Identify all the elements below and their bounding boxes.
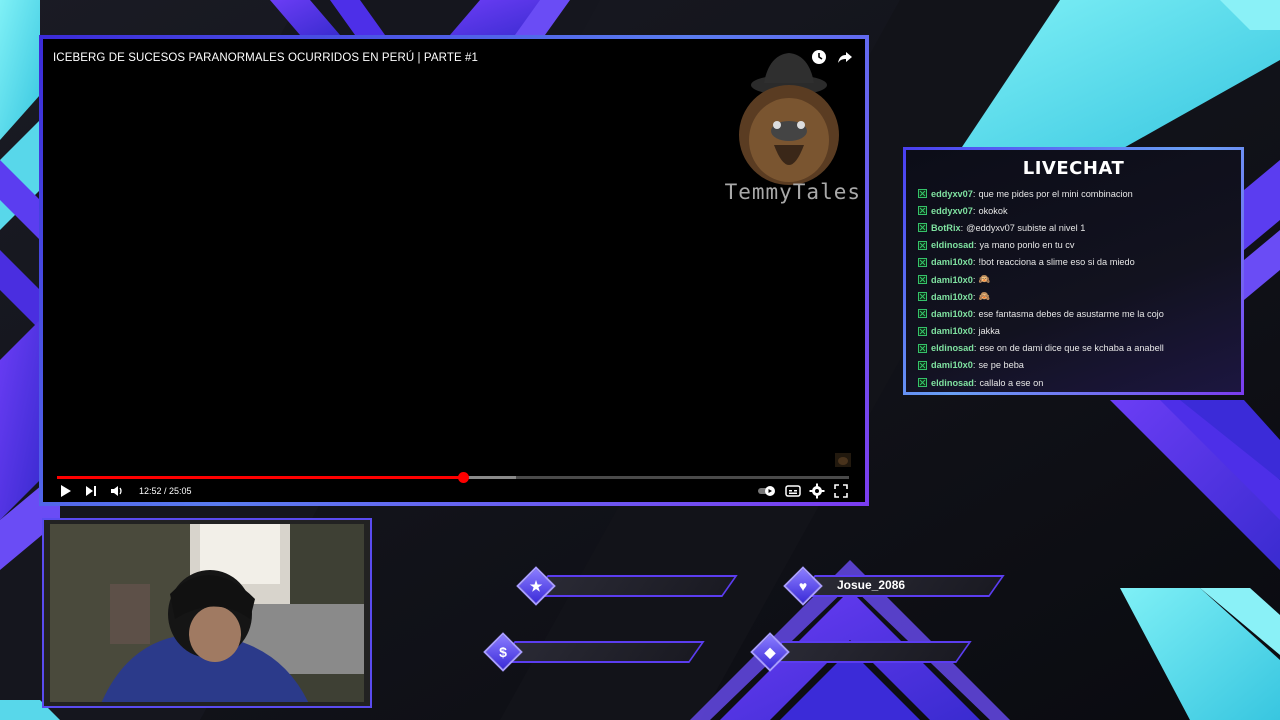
chat-separator: : bbox=[972, 205, 976, 216]
webcam-image bbox=[50, 524, 364, 702]
chat-username[interactable]: dami10x0 bbox=[931, 257, 973, 267]
chat-username[interactable]: dami10x0 bbox=[931, 360, 973, 370]
moderator-badge-icon bbox=[918, 275, 927, 285]
chat-username[interactable]: eldinosad bbox=[931, 378, 974, 388]
chat-separator: : bbox=[972, 291, 976, 302]
chat-username[interactable]: BotRix bbox=[931, 223, 961, 233]
live-chat-title: LIVECHAT bbox=[1022, 158, 1125, 179]
channel-name-watermark: TemmyTales bbox=[724, 180, 861, 204]
chat-message-text: 🙈 bbox=[978, 291, 990, 302]
chat-message: eldinosad: callalo a ese on bbox=[918, 374, 1233, 391]
chat-separator: : bbox=[973, 343, 977, 354]
chat-username[interactable]: eldinosad bbox=[931, 343, 974, 353]
webcam-feed bbox=[50, 524, 364, 702]
bits-bar bbox=[766, 641, 972, 663]
play-icon[interactable] bbox=[57, 483, 73, 499]
chat-message: BotRix: @eddyxv07 subiste al nivel 1 bbox=[918, 219, 1233, 236]
chat-message-list[interactable]: eddyxv07: que me pides por el mini combin… bbox=[918, 185, 1233, 391]
time-display: 12:52 / 25:05 bbox=[139, 486, 192, 496]
donation-bar bbox=[499, 641, 705, 663]
chat-message-text: okokok bbox=[978, 205, 1008, 216]
chat-separator: : bbox=[973, 377, 977, 388]
chat-message: dami10x0: se pe beba bbox=[918, 357, 1233, 374]
chat-message-text: jakka bbox=[978, 326, 1000, 337]
chat-message-text: 🙉 bbox=[978, 274, 990, 285]
chat-username[interactable]: eddyxv07 bbox=[931, 206, 973, 216]
moderator-badge-icon bbox=[918, 189, 927, 199]
dollar-icon: $ bbox=[499, 644, 507, 660]
chat-message: eddyxv07: okokok bbox=[918, 202, 1233, 219]
chat-message: dami10x0: !bot reacciona a slime eso si d… bbox=[918, 254, 1233, 271]
chat-message-text: callalo a ese on bbox=[979, 377, 1044, 388]
gem-icon: ◆ bbox=[764, 643, 776, 660]
chat-message: dami10x0: jakka bbox=[918, 323, 1233, 340]
chat-message-text: !bot reacciona a slime eso si da miedo bbox=[978, 257, 1135, 268]
video-player[interactable]: ICEBERG DE SUCESOS PARANORMALES OCURRIDO… bbox=[39, 35, 869, 506]
chat-separator: : bbox=[972, 188, 976, 199]
star-icon: ★ bbox=[529, 577, 543, 594]
moderator-badge-icon bbox=[918, 206, 927, 216]
progress-bar[interactable] bbox=[57, 472, 849, 483]
corner-thumbnail-icon bbox=[835, 453, 851, 467]
chat-separator: : bbox=[973, 240, 977, 251]
chat-message-text: @eddyxv07 subiste al nivel 1 bbox=[966, 222, 1086, 233]
chat-message-text: ese fantasma debes de asustarme me la co… bbox=[978, 308, 1164, 319]
moderator-badge-icon bbox=[918, 292, 927, 302]
chat-username[interactable]: eddyxv07 bbox=[931, 189, 973, 199]
moderator-badge-icon bbox=[918, 326, 927, 336]
chat-message: eldinosad: ya mano ponlo en tu cv bbox=[918, 237, 1233, 254]
moderator-badge-icon bbox=[918, 343, 927, 353]
video-title[interactable]: ICEBERG DE SUCESOS PARANORMALES OCURRIDO… bbox=[53, 52, 478, 64]
chat-message-text: se pe beba bbox=[978, 360, 1024, 371]
moderator-badge-icon bbox=[918, 257, 927, 267]
chat-message-text: que me pides por el mini combinacion bbox=[978, 188, 1133, 199]
chat-separator: : bbox=[972, 326, 976, 337]
chat-separator: : bbox=[972, 274, 976, 285]
chat-username[interactable]: dami10x0 bbox=[931, 309, 973, 319]
fullscreen-icon[interactable] bbox=[833, 483, 849, 499]
chat-message: dami10x0: ese fantasma debes de asustarme… bbox=[918, 305, 1233, 322]
chat-separator: : bbox=[972, 257, 976, 268]
moderator-badge-icon bbox=[918, 240, 927, 250]
chat-message: dami10x0: 🙈 bbox=[918, 288, 1233, 305]
next-icon[interactable] bbox=[83, 483, 99, 499]
live-chat-panel: LIVECHAT eddyxv07: que me pides por el mi… bbox=[903, 147, 1244, 395]
chat-message: eddyxv07: que me pides por el mini combin… bbox=[918, 185, 1233, 202]
chat-message-text: ese on de dami dice que se kchaba a anab… bbox=[979, 343, 1164, 354]
player-controls: 12:52 / 25:05 bbox=[57, 483, 849, 503]
settings-icon[interactable] bbox=[809, 483, 825, 499]
moderator-badge-icon bbox=[918, 309, 927, 319]
moderator-badge-icon bbox=[918, 360, 927, 370]
progress-scrubber[interactable] bbox=[458, 472, 470, 483]
volume-icon[interactable] bbox=[109, 483, 125, 499]
moderator-badge-icon bbox=[918, 223, 927, 233]
autoplay-toggle-icon[interactable] bbox=[757, 483, 777, 499]
chat-separator: : bbox=[972, 360, 976, 371]
chat-username[interactable]: dami10x0 bbox=[931, 292, 973, 302]
chat-message: eldinosad: ese on de dami dice que se kch… bbox=[918, 340, 1233, 357]
chat-username[interactable]: dami10x0 bbox=[931, 275, 973, 285]
chat-username[interactable]: eldinosad bbox=[931, 240, 974, 250]
chat-separator: : bbox=[972, 308, 976, 319]
moderator-badge-icon bbox=[918, 378, 927, 388]
subtitles-icon[interactable] bbox=[785, 483, 801, 499]
chat-message: dami10x0: 🙉 bbox=[918, 271, 1233, 288]
heart-icon: ♥ bbox=[798, 578, 808, 594]
progress-played bbox=[57, 476, 464, 479]
subscriber-label: Josue_2086 bbox=[837, 578, 906, 592]
follower-bar bbox=[532, 575, 738, 597]
chat-username[interactable]: dami10x0 bbox=[931, 326, 973, 336]
chat-separator: : bbox=[960, 222, 964, 233]
chat-message-text: ya mano ponlo en tu cv bbox=[979, 240, 1075, 251]
webcam-frame bbox=[42, 518, 372, 708]
